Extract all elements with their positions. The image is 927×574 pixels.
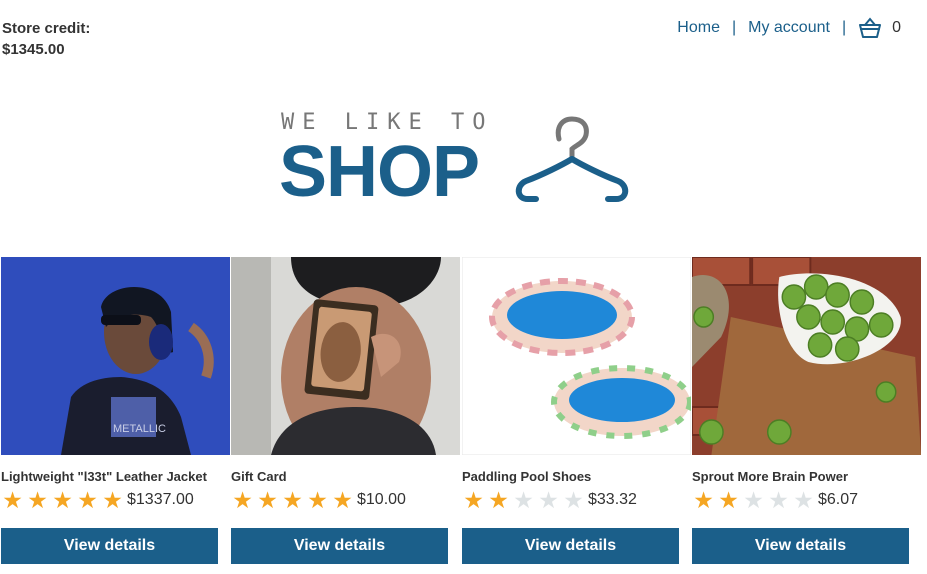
product-rating: ★ ★ ★ ★ ★ $6.07 (691, 488, 858, 512)
star-icon: ★ (282, 487, 303, 513)
person-headphones-image[interactable]: METALLIC (1, 257, 230, 455)
product-grid: METALLIC Lightweight "l33t" Leather Jack… (0, 256, 927, 574)
star-icon: ★ (693, 487, 714, 513)
product-price: $6.07 (818, 491, 859, 508)
product-price: $1337.00 (127, 491, 194, 508)
star-icon: ★ (2, 487, 23, 513)
product-name[interactable]: Paddling Pool Shoes (462, 469, 591, 484)
star-icon: ★ (513, 487, 534, 513)
star-icon: ★ (743, 487, 764, 513)
home-link[interactable]: Home (677, 19, 720, 37)
svg-text:METALLIC: METALLIC (113, 423, 166, 435)
product-name[interactable]: Sprout More Brain Power (692, 469, 848, 484)
star-icon: ★ (718, 487, 739, 513)
product-price: $10.00 (357, 491, 406, 508)
product-card: Gift Card ★ ★ ★ ★ ★ $10.00 View details (230, 256, 460, 574)
cart-link[interactable]: 0 (858, 17, 901, 39)
site-logo[interactable]: WE LIKE TO SHOP (279, 108, 639, 208)
product-card: METALLIC Lightweight "l33t" Leather Jack… (0, 256, 230, 574)
star-icon: ★ (463, 487, 484, 513)
nav-separator: | (731, 19, 737, 36)
star-icon: ★ (27, 487, 48, 513)
card-held-image[interactable] (231, 257, 460, 455)
star-icon: ★ (538, 487, 559, 513)
store-credit-value: $1345.00 (2, 41, 65, 58)
product-price: $33.32 (588, 491, 637, 508)
logo-word: SHOP (279, 132, 480, 212)
star-icon: ★ (77, 487, 98, 513)
product-card: Paddling Pool Shoes ★ ★ ★ ★ ★ $33.32 Vie… (461, 256, 691, 574)
basket-icon (859, 17, 882, 38)
product-name[interactable]: Lightweight "l33t" Leather Jacket (1, 469, 207, 484)
star-icon: ★ (563, 487, 584, 513)
product-rating: ★ ★ ★ ★ ★ $10.00 (230, 488, 406, 512)
product-card: Sprout More Brain Power ★ ★ ★ ★ ★ $6.07 … (691, 256, 921, 574)
nav-separator: | (841, 19, 847, 36)
brussels-sprouts-image[interactable] (692, 257, 921, 455)
star-icon: ★ (52, 487, 73, 513)
star-icon: ★ (102, 487, 123, 513)
my-account-link[interactable]: My account (748, 19, 830, 37)
store-credit-label: Store credit: (2, 20, 91, 37)
star-icon: ★ (332, 487, 353, 513)
star-icon: ★ (232, 487, 253, 513)
star-icon: ★ (488, 487, 509, 513)
hanger-icon (515, 116, 629, 202)
view-details-button[interactable]: View details (1, 528, 218, 564)
store-credit: Store credit: $1345.00 (2, 18, 90, 60)
view-details-button[interactable]: View details (692, 528, 909, 564)
star-icon: ★ (307, 487, 328, 513)
star-icon: ★ (768, 487, 789, 513)
top-navigation: Home | My account | 0 (677, 17, 901, 39)
star-icon: ★ (793, 487, 814, 513)
star-icon: ★ (257, 487, 278, 513)
view-details-button[interactable]: View details (462, 528, 679, 564)
paddling-pools-image[interactable] (462, 257, 691, 455)
product-rating: ★ ★ ★ ★ ★ $33.32 (461, 488, 637, 512)
product-rating: ★ ★ ★ ★ ★ $1337.00 (0, 488, 194, 512)
product-name[interactable]: Gift Card (231, 469, 287, 484)
view-details-button[interactable]: View details (231, 528, 448, 564)
cart-count: 0 (892, 19, 901, 36)
